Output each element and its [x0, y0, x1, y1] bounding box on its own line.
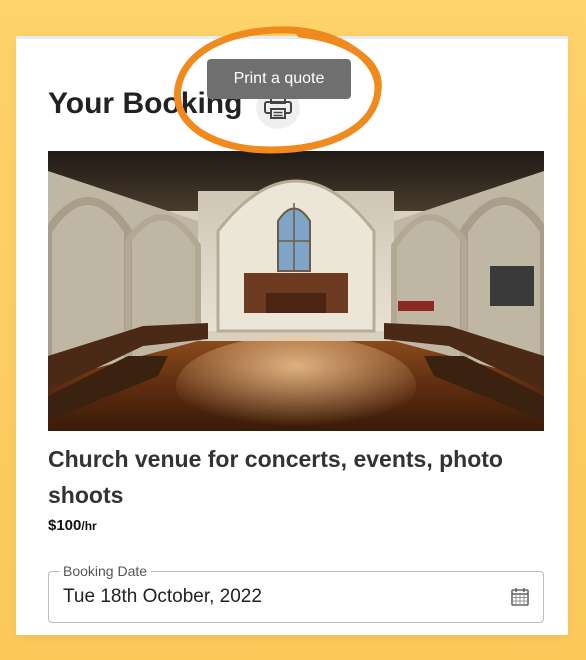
print-quote-tooltip: Print a quote [207, 59, 351, 99]
booking-card: Your Booking Print a quote Church venue … [16, 36, 568, 635]
booking-date-label: Booking Date [59, 563, 152, 579]
booking-date-field[interactable]: Booking Date Tue 18th October, 2022 [48, 563, 544, 623]
price-unit: /hr [81, 519, 97, 533]
venue-title: Church venue for concerts, events, photo… [48, 446, 503, 508]
booking-date-value[interactable]: Tue 18th October, 2022 [63, 586, 262, 608]
calendar-icon[interactable] [509, 586, 531, 608]
venue-photo[interactable] [48, 151, 544, 431]
price: $100/hr [48, 517, 97, 535]
price-amount: $100 [48, 517, 82, 534]
